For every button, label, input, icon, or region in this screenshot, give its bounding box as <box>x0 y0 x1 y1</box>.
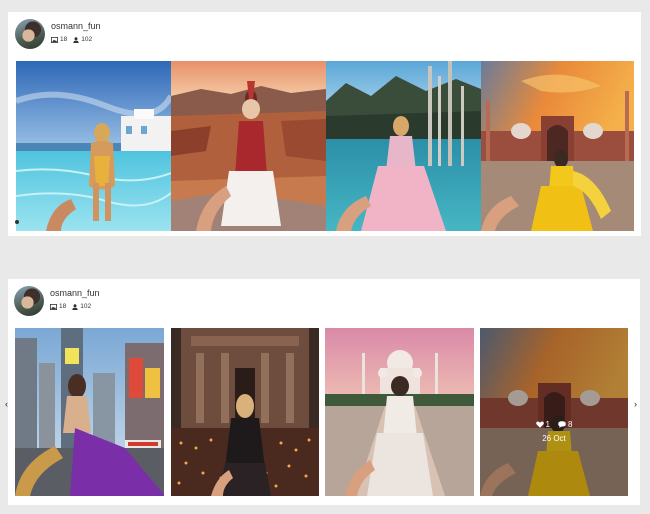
username[interactable]: osmann_fun <box>50 288 100 299</box>
carousel-prev-arrow[interactable]: ‹ <box>5 400 8 409</box>
heart-icon <box>535 421 544 428</box>
profile-header[interactable]: osmann_fun 18 102 <box>15 19 101 49</box>
username[interactable]: osmann_fun <box>51 21 101 32</box>
feed-photo[interactable] <box>171 328 319 496</box>
photo-santorini-pool <box>16 61 171 231</box>
user-icon <box>73 37 79 43</box>
feed-photo-hovered[interactable]: 1 8 26 Oct <box>480 328 628 496</box>
posts-stat: 18 <box>50 303 66 311</box>
profile-stats: 18 102 <box>50 303 100 311</box>
comments: 8 <box>558 420 572 429</box>
followers-count: 102 <box>81 36 93 43</box>
photo-mosque-sunset <box>481 61 634 231</box>
feed-photo[interactable] <box>325 328 474 496</box>
avatar[interactable] <box>14 286 44 316</box>
comment-icon <box>558 421 566 428</box>
profile-info: osmann_fun 18 102 <box>50 286 100 311</box>
instagram-feed-card-1: osmann_fun 18 102 <box>8 12 641 236</box>
followers-stat: 102 <box>72 303 91 311</box>
followers-stat: 102 <box>73 36 92 44</box>
photo-hover-overlay[interactable]: 1 8 26 Oct <box>480 328 628 496</box>
profile-info: osmann_fun 18 102 <box>51 19 101 44</box>
photo-engagement: 1 8 <box>532 420 577 429</box>
feed-photo[interactable] <box>171 61 326 231</box>
photo-city-street <box>15 328 164 496</box>
photo-canyon <box>171 61 326 231</box>
carousel-next-arrow[interactable]: › <box>634 400 637 409</box>
posts-stat: 18 <box>51 36 67 44</box>
feed-photo[interactable] <box>16 61 171 231</box>
image-icon <box>51 37 58 43</box>
avatar[interactable] <box>15 19 45 49</box>
posts-count: 18 <box>60 36 68 43</box>
carousel-indicator-dot[interactable] <box>15 220 19 224</box>
image-icon <box>50 304 57 310</box>
photo-turquoise-lake <box>326 61 481 231</box>
likes: 1 <box>535 420 550 429</box>
posts-count: 18 <box>59 303 67 310</box>
feed-photo[interactable] <box>15 328 164 496</box>
photo-petra-candles <box>171 328 319 496</box>
user-icon <box>72 304 78 310</box>
comments-count: 8 <box>568 420 573 429</box>
instagram-feed-card-2: osmann_fun 18 102 ‹ › 1 8 26 Oct <box>5 279 640 505</box>
followers-count: 102 <box>80 303 92 310</box>
profile-stats: 18 102 <box>51 36 101 44</box>
profile-header[interactable]: osmann_fun 18 102 <box>14 286 100 316</box>
feed-photo[interactable] <box>481 61 634 231</box>
photo-taj-mahal <box>325 328 474 496</box>
post-date: 26 Oct <box>542 434 566 443</box>
feed-photo[interactable] <box>326 61 481 231</box>
likes-count: 1 <box>545 420 550 429</box>
